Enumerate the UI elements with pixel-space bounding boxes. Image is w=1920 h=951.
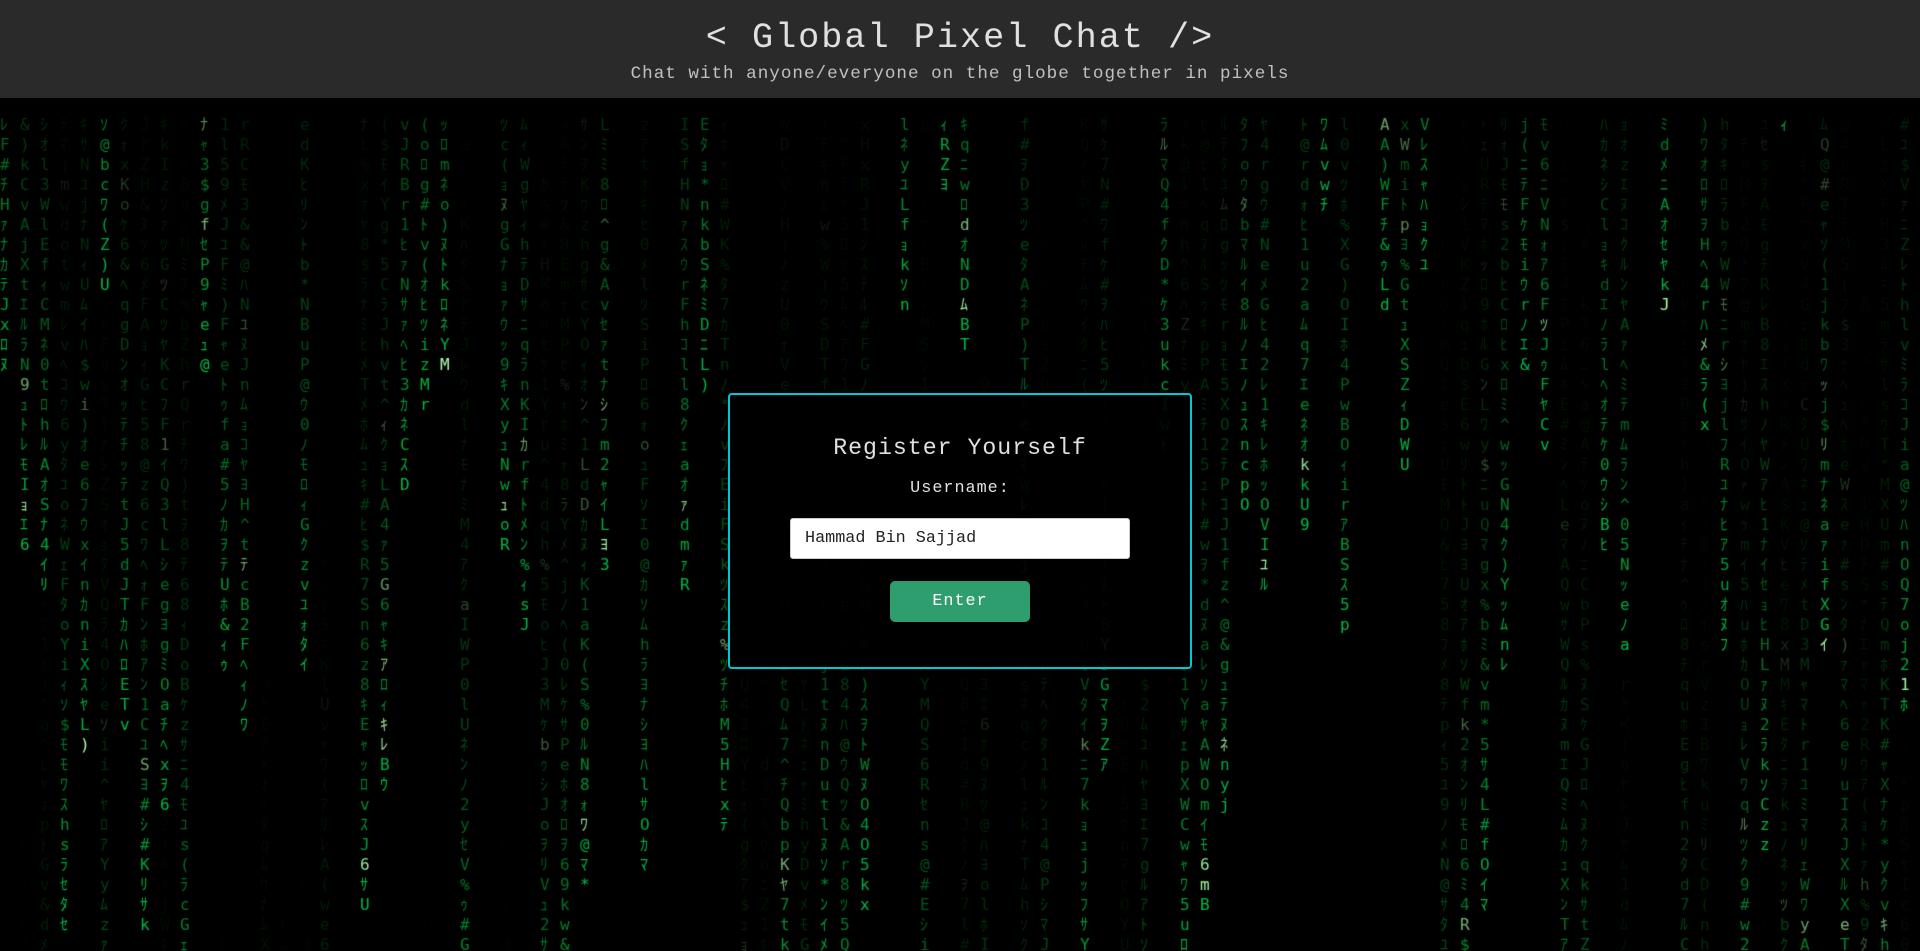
app-title: < Global Pixel Chat /> bbox=[0, 18, 1920, 58]
register-dialog: Register Yourself Username: Enter bbox=[728, 393, 1192, 669]
register-title: Register Yourself bbox=[833, 435, 1087, 461]
username-label: Username: bbox=[910, 479, 1010, 498]
app-subtitle: Chat with anyone/everyone on the globe t… bbox=[0, 64, 1920, 84]
enter-button[interactable]: Enter bbox=[890, 581, 1029, 622]
main-content: Register Yourself Username: Enter bbox=[0, 110, 1920, 951]
app-header: < Global Pixel Chat /> Chat with anyone/… bbox=[0, 0, 1920, 98]
username-input[interactable] bbox=[790, 518, 1130, 559]
